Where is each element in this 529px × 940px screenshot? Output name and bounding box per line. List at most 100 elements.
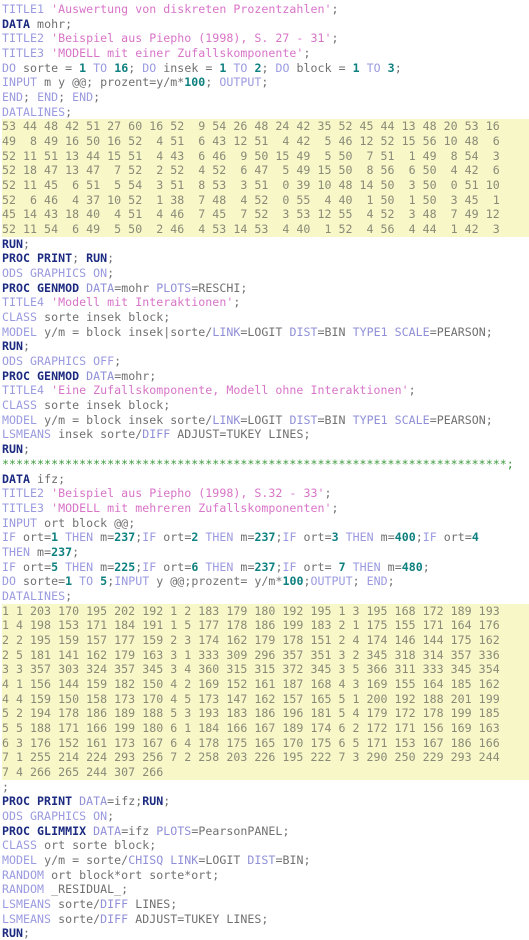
code-line: RUN;	[2, 926, 529, 940]
code-line: TITLE3 'MODELL mit einer Zufallskomponen…	[2, 46, 529, 61]
token-kw: TITLE4	[2, 295, 52, 310]
token-kw: TITLE2	[2, 486, 52, 501]
code-line: END; END; END;	[2, 90, 529, 105]
token-kw: ODS GRAPHICS ON	[2, 808, 108, 823]
token-opt: PLOTS	[156, 280, 192, 295]
token-num: 480	[401, 559, 423, 574]
token-semi: ;	[65, 588, 73, 603]
token-opt: DIFF	[100, 896, 129, 911]
token-plain: ort block*ort sorte*ort;	[44, 867, 220, 882]
token-kw: TITLE3	[2, 46, 52, 61]
token-kw: THEN	[2, 544, 31, 559]
token-num: 3	[331, 530, 339, 545]
token-kw: IF	[142, 530, 157, 545]
token-opt: SCALE	[394, 412, 430, 427]
datalines-values: 45 14 43 18 40 4 51 4 46 7 45 7 52 3 53 …	[2, 207, 500, 222]
token-kw: THEN	[58, 530, 94, 545]
token-kw: IF	[2, 530, 17, 545]
token-semi: ;	[107, 266, 115, 281]
token-semi: ;	[415, 530, 423, 545]
datalines-values: 7 4 266 265 244 307 266	[2, 764, 164, 779]
code-line: ODS GRAPHICS ON;	[2, 809, 529, 824]
token-plain: m y @@; prozent=y/m*	[37, 75, 185, 90]
token-opt: DIFF	[142, 427, 171, 442]
code-line: RUN;	[2, 237, 529, 252]
token-plain: sorte =	[16, 60, 80, 75]
code-line: TITLE4 'Eine Zufallskomponente, Modell o…	[2, 383, 529, 398]
token-semi: ;	[72, 251, 87, 266]
token-proc: RUN	[2, 442, 24, 457]
token-plain: ort=	[156, 530, 192, 545]
token-plain: sorte insek block;	[37, 398, 171, 413]
token-semi: ;	[408, 383, 416, 398]
token-opt: CHISQ	[128, 852, 164, 867]
token-semi: ;	[331, 31, 339, 46]
token-plain: =mohr	[114, 280, 157, 295]
token-semi: ;	[261, 60, 276, 75]
token-kw: CLASS	[2, 398, 38, 413]
token-opt: DATA	[93, 823, 122, 838]
datalines-row: 6 3 176 152 161 173 167 6 4 178 175 165 …	[2, 735, 529, 751]
token-semi: ;	[303, 574, 311, 589]
token-num: 4	[471, 530, 479, 545]
token-semi: ;	[331, 500, 339, 515]
token-num: 7	[338, 559, 346, 574]
datalines-values: 4 4 159 150 158 173 170 4 5 173 147 162 …	[2, 691, 500, 706]
token-num: 3	[387, 60, 395, 75]
token-kw: IF	[142, 559, 157, 574]
token-kw: IF	[282, 530, 297, 545]
token-kw: IF	[282, 559, 297, 574]
token-kw: TO	[72, 574, 101, 589]
token-semi: ;	[72, 544, 80, 559]
code-line: PROC GENMOD DATA=mohr PLOTS=RESCHI;	[2, 281, 529, 296]
datalines-row: 5 2 194 178 186 189 188 5 3 193 183 186 …	[2, 706, 529, 721]
token-proc: RUN	[2, 926, 24, 940]
datalines-row: 1 4 198 153 171 184 191 1 5 177 178 186 …	[2, 618, 529, 633]
token-semi: ;	[128, 60, 143, 75]
token-plain: ort=	[16, 530, 52, 545]
token-semi: ;	[233, 295, 241, 310]
token-plain: y/m = sorte/	[37, 852, 129, 867]
token-kw: THEN	[198, 559, 234, 574]
datalines-values: 49 8 49 16 50 16 52 4 51 6 43 12 51 4 42…	[2, 134, 500, 149]
datalines-values: 4 1 156 144 159 182 150 4 2 169 152 161 …	[2, 676, 500, 691]
token-plain: _RESIDUAL_;	[44, 882, 129, 897]
token-plain: =PearsonPANEL	[191, 823, 283, 838]
code-listing[interactable]: TITLE1 'Auswertung von diskreten Prozent…	[0, 0, 529, 940]
datalines-values: 5 2 194 178 186 189 188 5 3 193 183 186 …	[2, 706, 500, 721]
token-opt: TYPE1	[352, 324, 395, 339]
token-semi: ;	[352, 574, 367, 589]
datalines-values: 1 1 203 170 195 202 192 1 2 183 179 180 …	[2, 603, 500, 618]
token-plain: ort=	[156, 559, 192, 574]
token-plain: sorte/	[51, 896, 101, 911]
code-line: DATA ifz;	[2, 472, 529, 487]
token-plain: m=	[380, 559, 402, 574]
token-num: 237	[254, 559, 276, 574]
token-plain: ifz;	[30, 471, 66, 486]
token-semi: ;	[114, 354, 122, 369]
token-semi: ;	[2, 779, 10, 794]
token-plain: sorte/	[51, 911, 101, 926]
code-line: RANDOM _RESIDUAL_;	[2, 882, 529, 897]
token-num: 1	[352, 60, 360, 75]
datalines-row: 45 14 43 18 40 4 51 4 46 7 45 7 52 3 53 …	[2, 207, 529, 223]
token-semi: ;	[107, 251, 115, 266]
token-kw: END	[37, 90, 59, 105]
token-semi: ;	[205, 75, 220, 90]
token-kw: CLASS	[2, 310, 38, 325]
token-plain: y/m = block insek|sorte/	[37, 324, 213, 339]
datalines-row: 52 18 47 13 47 7 52 2 52 4 52 6 47 5 49 …	[2, 163, 529, 179]
datalines-values: 7 1 255 214 224 293 256 7 2 258 203 226 …	[2, 750, 500, 765]
code-line: DATALINES;	[2, 589, 529, 604]
token-plain: =LOGIT	[240, 412, 290, 427]
code-line: MODEL y/m = block insek|sorte/LINK=LOGIT…	[2, 325, 529, 340]
token-semi: ;	[107, 808, 115, 823]
token-plain: block =	[289, 60, 353, 75]
code-line: IF ort=5 THEN m=225;IF ort=6 THEN m=237;…	[2, 560, 529, 575]
datalines-row: 2 5 181 141 162 179 163 3 1 333 309 296 …	[2, 647, 529, 663]
token-kw: RANDOM	[2, 867, 45, 882]
token-kw: TO	[359, 60, 388, 75]
token-str: 'Eine Zufallskomponente, Modell ohne Int…	[51, 383, 409, 398]
code-line: DATALINES;	[2, 105, 529, 120]
token-kw: THEN	[345, 559, 381, 574]
